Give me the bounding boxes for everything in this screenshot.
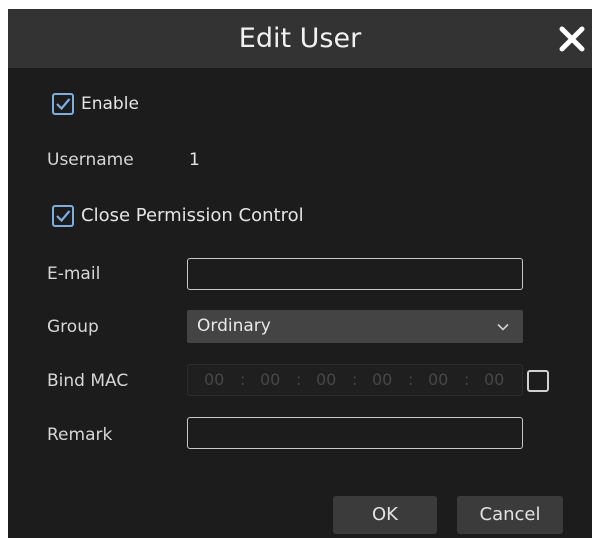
mac-separator: : — [240, 370, 246, 389]
mac-separator: : — [464, 370, 470, 389]
enable-label[interactable]: Enable — [81, 93, 139, 115]
cancel-button[interactable]: Cancel — [457, 496, 563, 534]
email-field[interactable] — [187, 258, 523, 290]
bind-mac-label: Bind MAC — [47, 371, 129, 391]
close-permission-checkbox[interactable] — [52, 205, 74, 227]
username-value: 1 — [189, 150, 200, 170]
edit-user-dialog: Edit User Enable Username 1 Close Permis… — [8, 9, 592, 538]
mac-octet-1: 00 — [204, 370, 225, 389]
mac-octet-6: 00 — [484, 370, 505, 389]
mac-octet-5: 00 — [428, 370, 449, 389]
mac-octet-4: 00 — [372, 370, 393, 389]
dialog-title: Edit User — [238, 23, 362, 54]
close-permission-label[interactable]: Close Permission Control — [81, 205, 304, 227]
close-icon[interactable] — [558, 25, 586, 53]
username-label: Username — [47, 150, 134, 170]
checkmark-icon — [56, 98, 71, 111]
remark-field[interactable] — [187, 417, 523, 449]
ok-button[interactable]: OK — [333, 496, 437, 534]
mac-octet-2: 00 — [260, 370, 281, 389]
group-label: Group — [47, 317, 99, 337]
mac-octet-3: 00 — [316, 370, 337, 389]
chevron-down-icon — [497, 323, 509, 331]
remark-label: Remark — [47, 425, 113, 445]
checkmark-icon — [56, 210, 71, 223]
mac-separator: : — [352, 370, 358, 389]
group-selected-value: Ordinary — [197, 316, 271, 336]
email-label: E-mail — [47, 264, 101, 284]
group-select[interactable]: Ordinary — [187, 310, 523, 343]
mac-address-field: 00 : 00 : 00 : 00 : 00 : 00 — [187, 364, 523, 396]
bind-mac-checkbox[interactable] — [527, 370, 549, 392]
mac-separator: : — [296, 370, 302, 389]
dialog-titlebar: Edit User — [8, 9, 592, 68]
enable-checkbox[interactable] — [52, 93, 74, 115]
mac-separator: : — [408, 370, 414, 389]
